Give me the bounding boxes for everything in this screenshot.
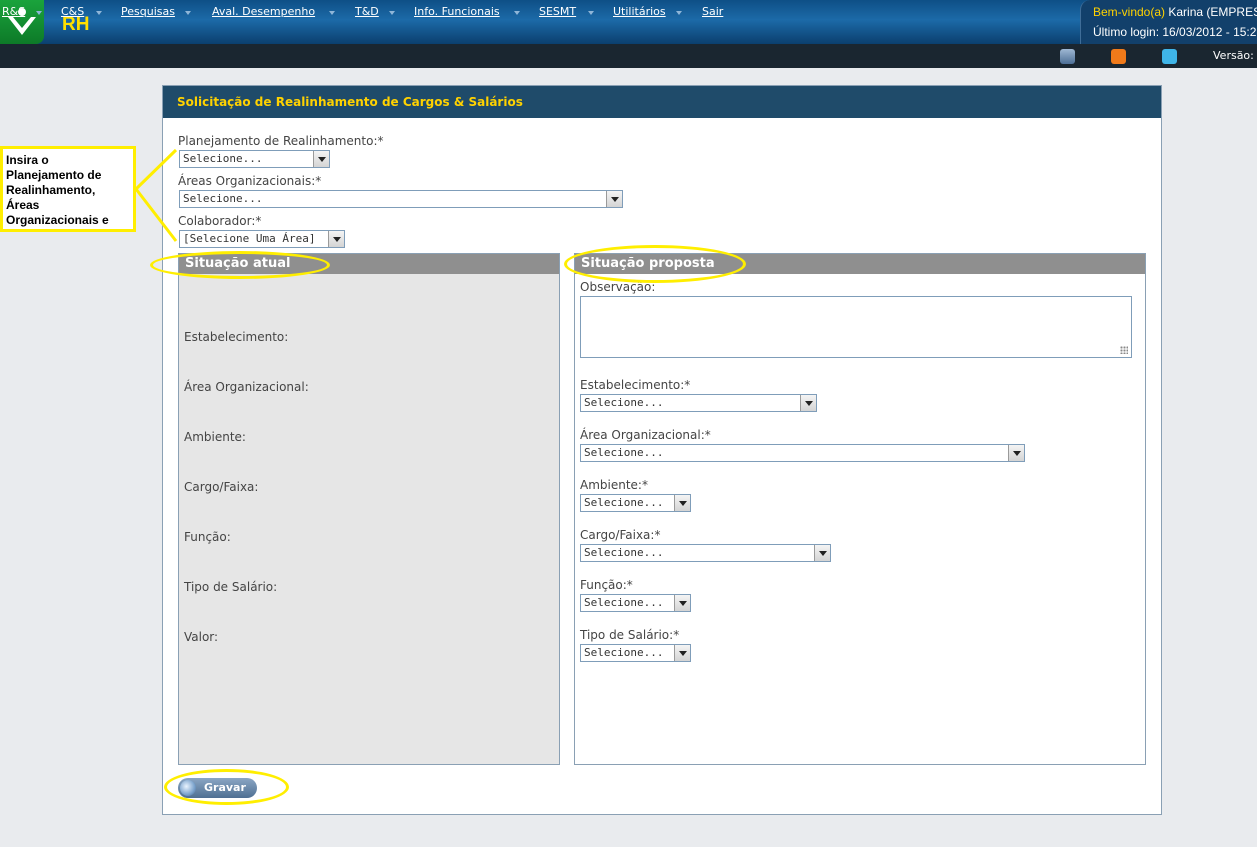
annotation-pointer-lines bbox=[134, 148, 178, 242]
annotation-line-colaborador bbox=[134, 188, 178, 242]
annotation-ellipse-atual bbox=[150, 251, 330, 279]
annotation-ellipse-gravar bbox=[164, 769, 289, 805]
annotation-line-planejamento bbox=[134, 148, 178, 191]
annotation-ellipse-proposta bbox=[564, 245, 746, 283]
